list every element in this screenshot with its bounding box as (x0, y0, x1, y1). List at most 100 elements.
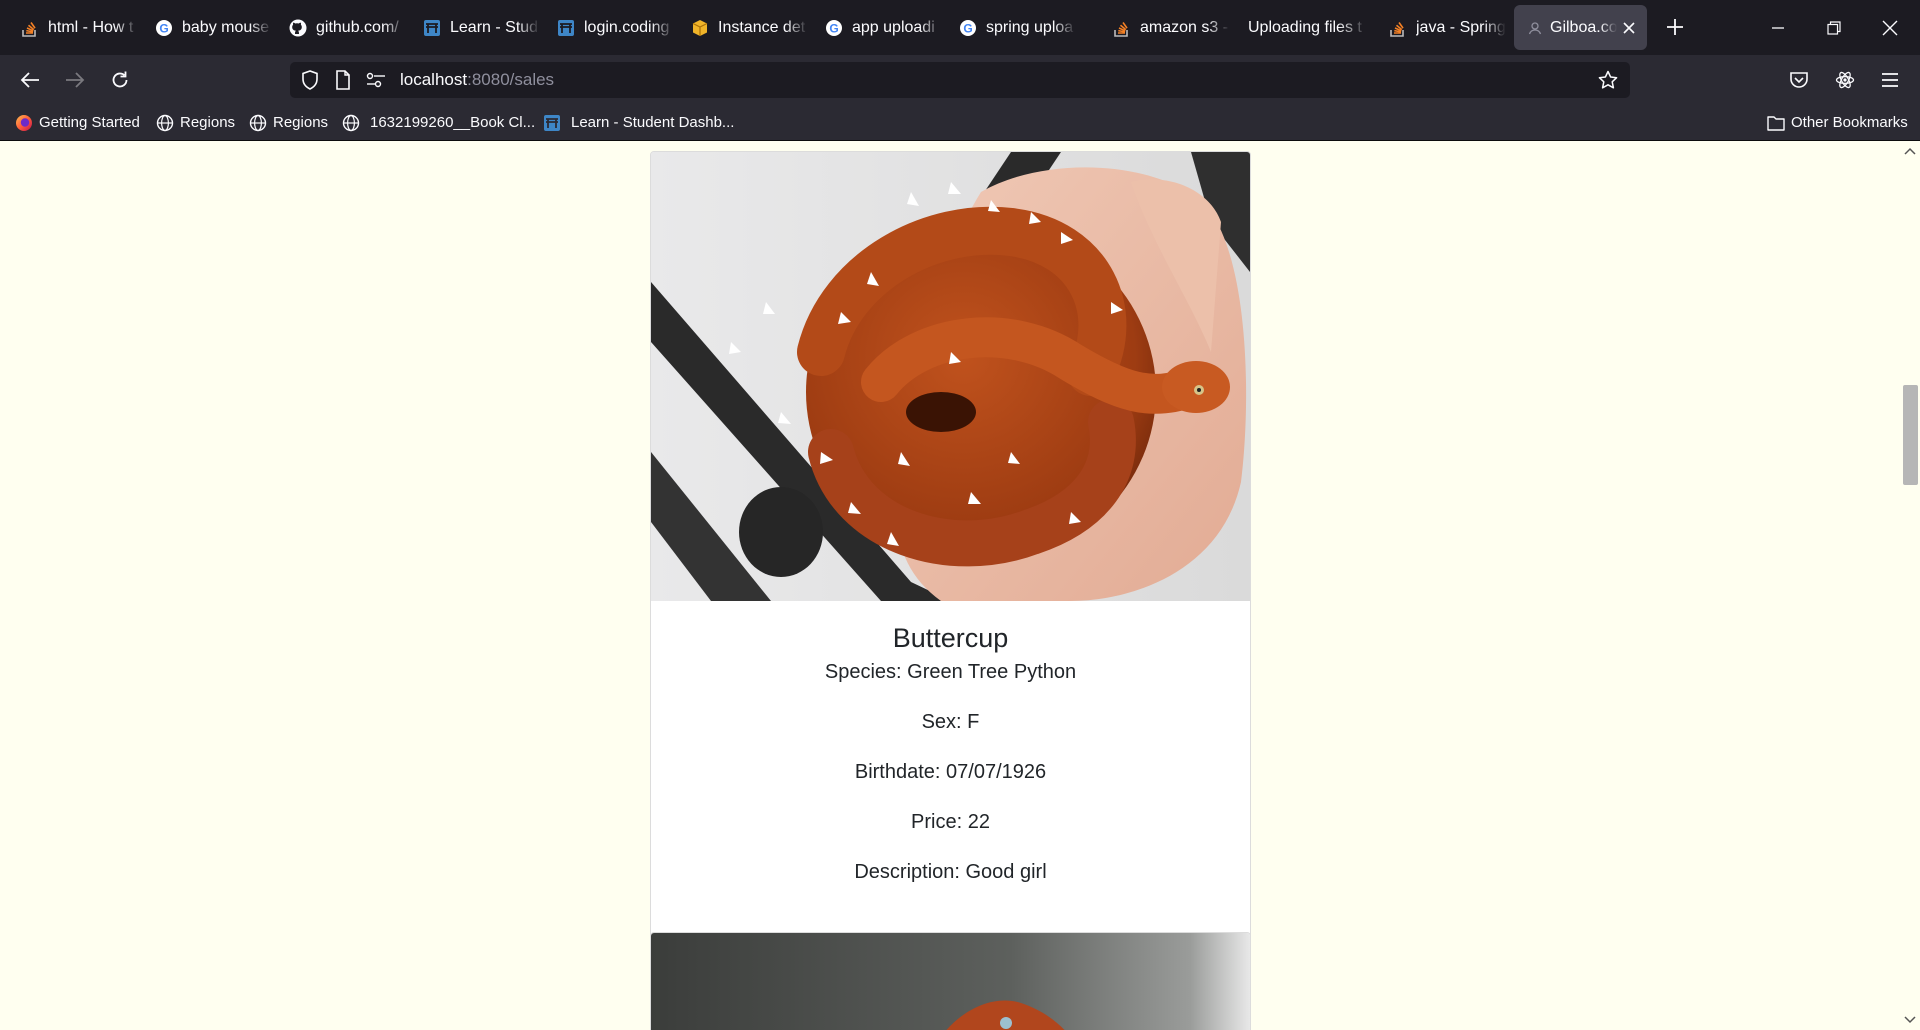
svg-text:G: G (159, 21, 168, 35)
address-bar[interactable]: localhost:8080/sales (290, 62, 1630, 98)
animal-birthdate: Birthdate: 07/07/1926 (854, 761, 1047, 783)
plus-icon (1667, 19, 1683, 35)
url-host: localhost (400, 70, 468, 89)
tab-instance-details[interactable]: Instance det (676, 5, 808, 50)
scrollbar-thumb[interactable] (1903, 385, 1918, 485)
codingdojo-icon (543, 114, 561, 132)
close-icon (1882, 20, 1898, 35)
restore-button[interactable] (1806, 0, 1862, 55)
tab-label: Learn - Stud (450, 18, 539, 36)
globe-icon (156, 114, 174, 132)
aws-box-icon (691, 19, 709, 37)
extension-button[interactable] (1830, 65, 1860, 95)
minimize-icon (1772, 26, 1784, 29)
permissions-icon[interactable] (366, 70, 386, 90)
browser-window: html - How t G baby mouse github.com/ Le… (0, 0, 1920, 1030)
tab-amazon-s3[interactable]: amazon s3 - (1098, 5, 1230, 50)
tab-spring-upload[interactable]: G spring uploa (944, 5, 1076, 50)
tab-github[interactable]: github.com/ (274, 5, 406, 50)
pocket-button[interactable] (1784, 65, 1814, 95)
google-icon: G (825, 19, 843, 37)
other-bookmarks-label: Other Bookmarks (1791, 114, 1908, 131)
back-button[interactable] (15, 65, 45, 95)
tab-label: login.coding (584, 18, 670, 36)
firefox-icon (15, 114, 33, 132)
page-info-icon[interactable] (333, 70, 353, 90)
scroll-up-arrow-icon[interactable] (1902, 143, 1918, 159)
reload-icon (112, 71, 128, 88)
page-icon (1526, 19, 1544, 37)
tab-gilboa-active[interactable]: Gilboa.co (1514, 5, 1647, 50)
github-icon (289, 19, 307, 37)
bookmark-book-cl[interactable]: 1632199260__Book Cl... (342, 105, 535, 140)
tab-label: html - How t (48, 18, 134, 36)
stackoverflow-icon (21, 19, 39, 37)
tab-label: baby mouse (182, 18, 270, 36)
tab-label: Uploading files t (1248, 18, 1362, 36)
shield-icon[interactable] (300, 70, 320, 90)
bookmark-label: Getting Started (39, 114, 140, 131)
arrow-left-icon (20, 72, 39, 88)
bookmarks-toolbar: Getting Started Regions Regions 16321992… (0, 105, 1920, 141)
bookmark-label: Regions (180, 114, 236, 131)
tab-label: java - Spring (1416, 18, 1506, 36)
tab-strip: html - How t G baby mouse github.com/ Le… (0, 0, 1920, 55)
url-text[interactable]: localhost:8080/sales (400, 62, 554, 98)
tab-label: Gilboa.co (1550, 18, 1617, 36)
scroll-down-arrow-icon[interactable] (1902, 1012, 1918, 1028)
tab-uploading-files[interactable]: Uploading files t (1232, 5, 1368, 50)
tab-learn-student[interactable]: Learn - Stud (408, 5, 540, 50)
tab-label: app uploadi (852, 18, 935, 36)
globe-icon (342, 114, 360, 132)
tab-label: amazon s3 - (1140, 18, 1229, 36)
tab-login-coding[interactable]: login.coding (542, 5, 674, 50)
bookmark-label: Learn - Student Dashb... (571, 114, 735, 131)
svg-text:G: G (963, 21, 972, 35)
tab-java-spring[interactable]: java - Spring (1374, 5, 1506, 50)
forward-button[interactable] (60, 65, 90, 95)
folder-icon (1767, 114, 1785, 132)
bookmark-learn-student-dashboard[interactable]: Learn - Student Dashb... (543, 105, 734, 140)
new-tab-button[interactable] (1660, 12, 1690, 42)
other-bookmarks[interactable]: Other Bookmarks (1767, 105, 1908, 140)
arrow-right-icon (66, 72, 85, 88)
animal-name: Buttercup (892, 623, 1009, 653)
minimize-button[interactable] (1750, 0, 1806, 55)
google-icon: G (959, 19, 977, 37)
tab-label: Instance det (718, 18, 806, 36)
stackoverflow-icon (1389, 19, 1407, 37)
codingdojo-icon (557, 19, 575, 37)
tab-label: github.com/ (316, 18, 399, 36)
animal-details: Buttercup Species: Green Tree Python Sex… (651, 623, 1250, 884)
menu-button[interactable] (1875, 65, 1905, 95)
url-path: :8080/sales (467, 70, 555, 89)
page-scrollbar[interactable] (1900, 141, 1920, 1030)
animal-card: Buttercup Species: Green Tree Python Sex… (650, 151, 1251, 943)
reload-button[interactable] (105, 65, 135, 95)
page-viewport: Buttercup Species: Green Tree Python Sex… (0, 141, 1900, 1030)
globe-icon (249, 114, 267, 132)
codingdojo-icon (423, 19, 441, 37)
snake-photo (651, 152, 1250, 601)
bookmark-star-icon[interactable] (1598, 70, 1618, 90)
navigation-toolbar: localhost:8080/sales (0, 55, 1920, 105)
bookmark-getting-started[interactable]: Getting Started (15, 105, 140, 140)
animal-sex: Sex: F (921, 711, 980, 733)
restore-icon (1827, 20, 1841, 35)
stackoverflow-icon (1113, 19, 1131, 37)
bookmark-regions-1[interactable]: Regions (156, 105, 235, 140)
animal-card-next (650, 932, 1251, 1030)
animal-description: Description: Good girl (854, 861, 1047, 883)
tab-label: spring uploa (986, 18, 1074, 36)
animal-price: Price: 22 (911, 811, 990, 833)
close-window-button[interactable] (1862, 0, 1918, 55)
tab-app-uploading[interactable]: G app uploadi (810, 5, 942, 50)
tab-baby-mouse[interactable]: G baby mouse (140, 5, 272, 50)
google-icon: G (155, 19, 173, 37)
tab-html-how-to[interactable]: html - How t (6, 5, 138, 50)
snake-photo-next (651, 933, 1250, 1030)
close-tab-icon[interactable] (1621, 20, 1637, 36)
bookmark-label: Regions (273, 114, 329, 131)
bookmark-regions-2[interactable]: Regions (249, 105, 328, 140)
react-atom-icon (1835, 71, 1855, 89)
